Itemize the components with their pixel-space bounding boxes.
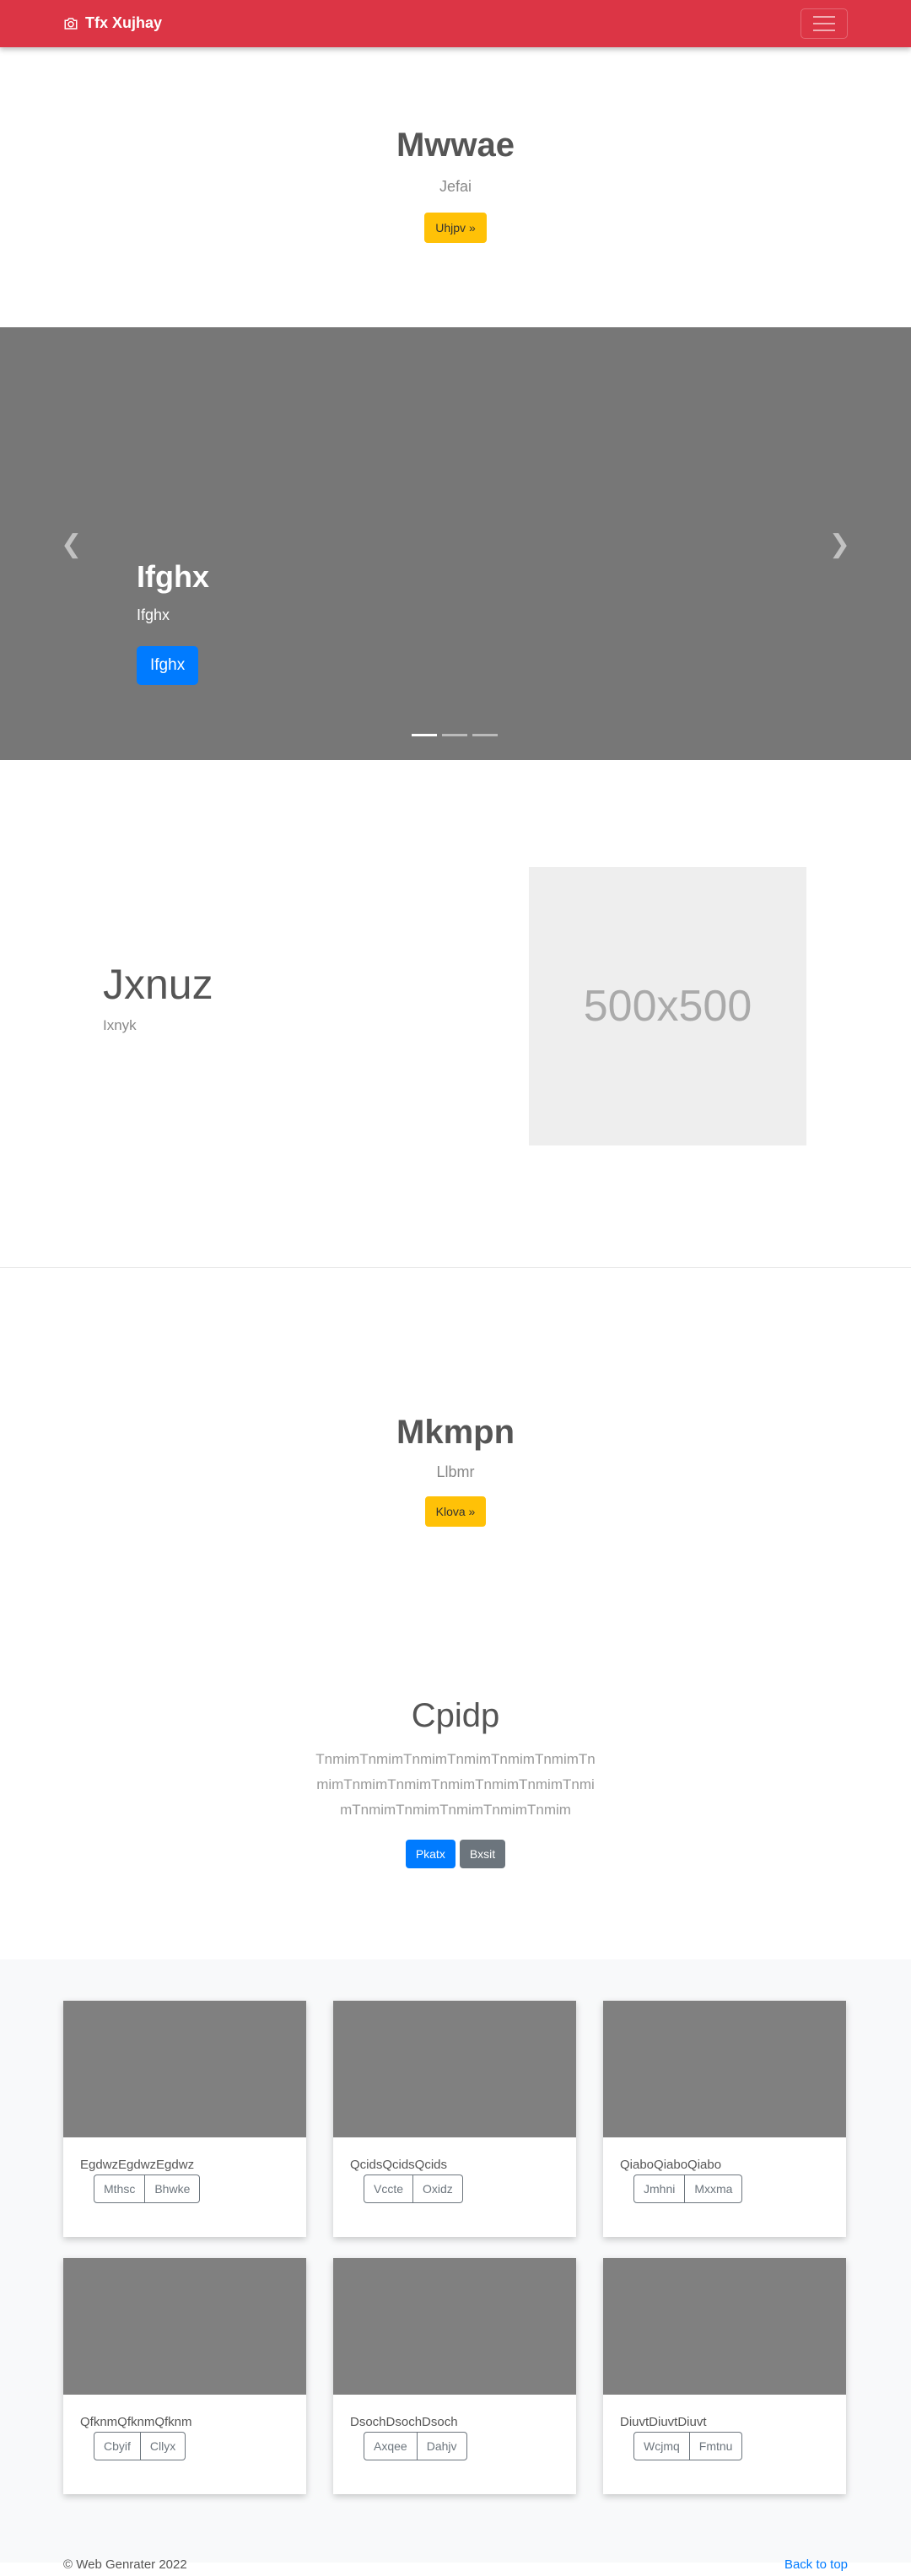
card-button-group: Wcjmq Fmtnu (633, 2432, 743, 2460)
navbar-brand[interactable]: Tfx Xujhay (63, 14, 162, 32)
card-button[interactable]: Mxxma (685, 2175, 743, 2203)
card-button[interactable]: Oxidz (413, 2175, 463, 2203)
carousel-indicator-3[interactable] (472, 734, 498, 736)
navbar-toggler-button[interactable] (800, 8, 848, 39)
hero-section-3: Cpidp TnmimTnmimTnmimTnmimTnmimTnmimTnmi… (0, 1697, 911, 1868)
card-button[interactable]: Wcjmq (633, 2432, 690, 2460)
hero-3-title: Cpidp (411, 1697, 500, 1734)
camera-icon (64, 17, 78, 30)
feature-title: Jxnuz (103, 961, 213, 1008)
hero-1-button[interactable]: Uhjpv » (424, 213, 487, 243)
feature-text: Jxnuz Ixnyk (103, 960, 213, 1034)
card: QcidsQcidsQcids Vccte Oxidz (333, 2001, 576, 2237)
hamburger-icon-bar (813, 16, 835, 18)
hero-2-title: Mkmpn (396, 1414, 515, 1451)
card-button[interactable]: Fmtnu (689, 2432, 743, 2460)
card-image (333, 2258, 576, 2395)
card-image (63, 2001, 306, 2137)
carousel-button[interactable]: Ifghx (137, 646, 199, 685)
brand-label: Tfx Xujhay (85, 14, 163, 31)
card-text: QcidsQcidsQcids (350, 2158, 448, 2172)
card-button-group: Axqee Dahjv (364, 2432, 467, 2460)
card-text: EgdwzEgdwzEgdwz (80, 2158, 195, 2172)
hero-section-1: Mwwae Jefai Uhjpv » (0, 127, 911, 243)
card-button[interactable]: Mthsc (94, 2175, 146, 2203)
card-button-group: Cbyif Cllyx (94, 2432, 186, 2460)
hero-3-secondary-button[interactable]: Bxsit (459, 1840, 506, 1868)
card: QfknmQfknmQfknm Cbyif Cllyx (63, 2258, 306, 2494)
section-divider (0, 1267, 911, 1268)
card-button[interactable]: Jmhni (633, 2175, 686, 2203)
carousel-prev-icon[interactable]: ❮ (61, 530, 82, 559)
carousel-indicator-1[interactable] (412, 734, 437, 736)
card-image (333, 2001, 576, 2137)
hero-section-2: Mkmpn Llbmr Klova » (0, 1414, 911, 1527)
carousel-caption: Ifghx Ifghx Ifghx (137, 559, 209, 685)
feature-image-placeholder: 500x500 (529, 867, 806, 1145)
hero-3-lead: TnmimTnmimTnmimTnmimTnmimTnmimTnmimTnmim… (315, 1751, 596, 1818)
hamburger-icon-bar (813, 23, 835, 24)
carousel-indicators (412, 734, 498, 736)
feature-subtitle: Ixnyk (103, 1017, 137, 1033)
card: QiaboQiaboQiabo Jmhni Mxxma (603, 2001, 846, 2237)
card-button[interactable]: Axqee (364, 2432, 418, 2460)
card-button-group: Mthsc Bhwke (94, 2175, 201, 2203)
back-to-top-link[interactable]: Back to top (784, 2557, 848, 2572)
hero-3-buttons: Pkatx Bxsit (0, 1840, 911, 1868)
card-text: DsochDsochDsoch (350, 2415, 458, 2429)
card-text: QiaboQiaboQiabo (620, 2158, 722, 2172)
card-button[interactable]: Cllyx (140, 2432, 186, 2460)
card: EgdwzEgdwzEgdwz Mthsc Bhwke (63, 2001, 306, 2237)
card-button[interactable]: Cbyif (94, 2432, 141, 2460)
hero-2-button[interactable]: Klova » (424, 1496, 487, 1527)
hamburger-icon-bar (813, 30, 835, 31)
card-button[interactable]: Vccte (364, 2175, 414, 2203)
hero-3-primary-button[interactable]: Pkatx (405, 1840, 456, 1868)
carousel-next-icon[interactable]: ❯ (829, 530, 850, 559)
card-button-group: Jmhni Mxxma (633, 2175, 743, 2203)
navbar: Tfx Xujhay (0, 0, 911, 47)
carousel-subtitle: Ifghx (137, 606, 170, 623)
carousel: ❮ ❯ Ifghx Ifghx Ifghx (0, 327, 911, 760)
carousel-indicator-2[interactable] (442, 734, 467, 736)
card: DsochDsochDsoch Axqee Dahjv (333, 2258, 576, 2494)
card-button[interactable]: Bhwke (145, 2175, 201, 2203)
hero-1-subtitle: Jefai (439, 178, 472, 195)
carousel-title: Ifghx (137, 559, 209, 594)
card-button[interactable]: Dahjv (417, 2432, 467, 2460)
footer-copyright: © Web Genrater 2022 (63, 2557, 187, 2572)
card: DiuvtDiuvtDiuvt Wcjmq Fmtnu (603, 2258, 846, 2494)
card-image (63, 2258, 306, 2395)
card-image (603, 2001, 846, 2137)
card-text: QfknmQfknmQfknm (80, 2415, 192, 2429)
card-button-group: Vccte Oxidz (364, 2175, 463, 2203)
hero-1-title: Mwwae (396, 127, 515, 164)
hero-2-subtitle: Llbmr (436, 1463, 475, 1480)
placeholder-label: 500x500 (583, 982, 752, 1031)
cards-section: EgdwzEgdwzEgdwz Mthsc Bhwke QcidsQcidsQc… (0, 1959, 911, 2563)
card-image (603, 2258, 846, 2395)
card-text: DiuvtDiuvtDiuvt (620, 2415, 707, 2429)
